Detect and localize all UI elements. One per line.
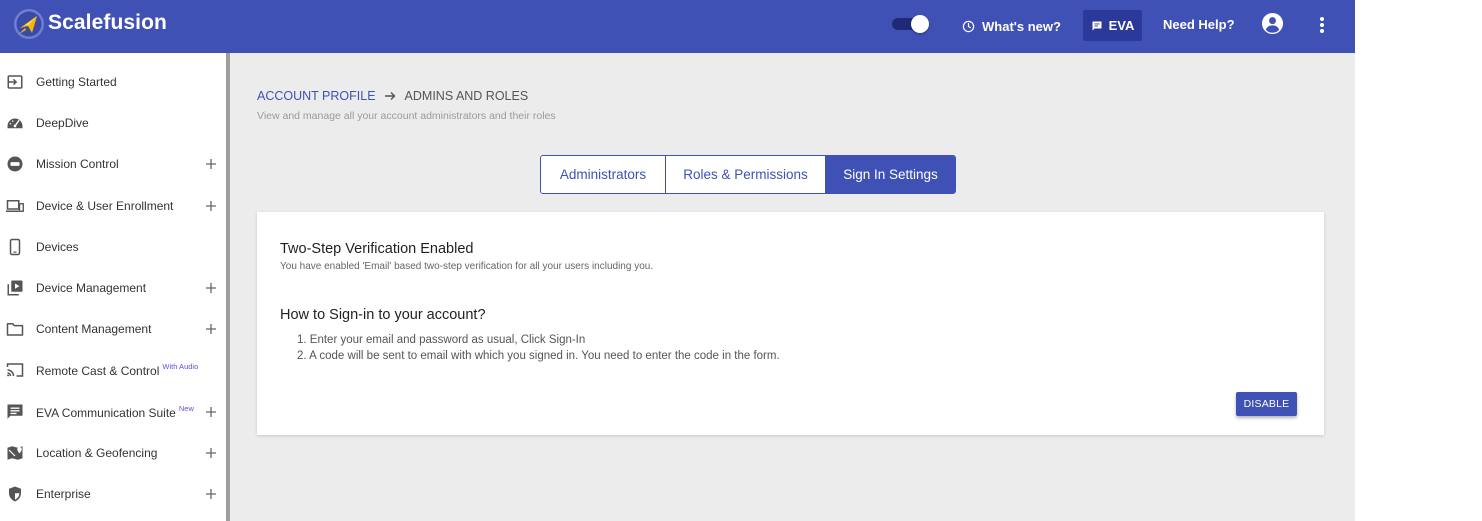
- sign-in-settings-card: Two-Step Verification Enabled You have e…: [257, 212, 1324, 435]
- two-step-title: Two-Step Verification Enabled: [280, 241, 474, 257]
- expand-plus-icon[interactable]: [205, 488, 217, 500]
- eva-button[interactable]: EVA: [1083, 10, 1142, 41]
- app-window: Scalefusion What's new? EVA Need Help? G…: [0, 0, 1355, 521]
- shield-icon: [9, 486, 21, 501]
- sidebar-item-label: Location & Geofencing: [36, 445, 158, 460]
- sidebar-item-content-management[interactable]: Content Management: [0, 308, 226, 349]
- sidebar-item-device-user-enrollment[interactable]: Device & User Enrollment: [0, 185, 226, 226]
- breadcrumb: ACCOUNT PROFILE ADMINS AND ROLES: [257, 89, 528, 103]
- arrow-right-icon: [384, 92, 396, 100]
- sidebar-item-devices[interactable]: Devices: [0, 226, 226, 267]
- step-item: 2. A code will be sent to email with whi…: [297, 350, 780, 362]
- page-subtitle: View and manage all your account adminis…: [257, 110, 556, 122]
- toggle-knob: [911, 15, 929, 33]
- sidebar: Getting Started DeepDive Mission Control: [0, 53, 226, 521]
- expand-plus-icon[interactable]: [205, 200, 217, 212]
- sidebar-item-label: Enterprise: [36, 486, 91, 501]
- chat-bubble-icon: [1092, 21, 1102, 30]
- tab-administrators[interactable]: Administrators: [541, 156, 666, 193]
- top-header: Scalefusion What's new? EVA Need Help?: [0, 0, 1355, 53]
- expand-plus-icon[interactable]: [205, 323, 217, 335]
- devices-enroll-icon: [6, 199, 24, 212]
- mission-control-icon: [7, 156, 23, 171]
- sidebar-item-label: Content Management: [36, 321, 152, 336]
- new-badge: New: [178, 403, 194, 413]
- clock-icon: [962, 20, 975, 32]
- sidebar-item-label: Devices: [36, 239, 79, 254]
- device-management-icon: [7, 280, 23, 295]
- breadcrumb-current: ADMINS AND ROLES: [404, 89, 529, 103]
- breadcrumb-account-profile-link[interactable]: ACCOUNT PROFILE: [257, 89, 376, 103]
- scalefusion-logo-icon[interactable]: [13, 8, 45, 40]
- speedometer-icon: [7, 118, 23, 128]
- two-step-description: You have enabled 'Email' based two-step …: [280, 261, 654, 272]
- chat-icon: [7, 404, 23, 419]
- with-audio-badge: With Audio: [162, 361, 199, 371]
- smartphone-icon: [9, 238, 21, 255]
- sidebar-item-label: Getting Started: [36, 74, 117, 89]
- tab-roles-permissions[interactable]: Roles & Permissions: [666, 156, 826, 193]
- expand-plus-icon[interactable]: [205, 406, 217, 418]
- sidebar-item-label: Remote Cast & Control With Audio: [36, 361, 199, 378]
- whats-new-label: What's new?: [982, 18, 1061, 34]
- brand-name: Scalefusion: [48, 11, 167, 34]
- tab-sign-in-settings[interactable]: Sign In Settings: [826, 156, 955, 193]
- step-item: 1. Enter your email and password as usua…: [297, 334, 586, 346]
- expand-plus-icon[interactable]: [205, 158, 217, 170]
- folder-icon: [6, 322, 24, 336]
- eva-label: EVA: [1108, 18, 1135, 33]
- sidebar-item-device-management[interactable]: Device Management: [0, 267, 226, 308]
- map-location-icon: [7, 445, 23, 460]
- sidebar-item-mission-control[interactable]: Mission Control: [0, 143, 226, 184]
- sidebar-item-label: EVA Communication Suite New: [36, 403, 194, 420]
- sidebar-item-getting-started[interactable]: Getting Started: [0, 61, 226, 102]
- sidebar-item-remote-cast-control[interactable]: Remote Cast & Control With Audio: [0, 349, 226, 390]
- need-help-link[interactable]: Need Help?: [1163, 17, 1235, 32]
- sidebar-item-eva-communication-suite[interactable]: EVA Communication Suite New: [0, 391, 226, 432]
- disable-button[interactable]: DISABLE: [1236, 392, 1297, 416]
- sidebar-item-deepdive[interactable]: DeepDive: [0, 102, 226, 143]
- sidebar-resize-handle[interactable]: [226, 53, 230, 521]
- how-to-sign-in-title: How to Sign-in to your account?: [280, 307, 486, 323]
- sidebar-item-location-geofencing[interactable]: Location & Geofencing: [0, 432, 226, 473]
- cast-icon: [6, 362, 24, 377]
- whats-new-link[interactable]: What's new?: [962, 17, 1061, 35]
- tab-bar: Administrators Roles & Permissions Sign …: [540, 155, 956, 194]
- expand-plus-icon[interactable]: [205, 447, 217, 459]
- sidebar-item-label: Device & User Enrollment: [36, 198, 174, 213]
- account-circle-icon[interactable]: [1261, 12, 1284, 35]
- theme-toggle[interactable]: [892, 15, 930, 33]
- login-icon: [7, 74, 23, 89]
- sidebar-item-enterprise[interactable]: Enterprise: [0, 473, 226, 514]
- expand-plus-icon[interactable]: [205, 282, 217, 294]
- sign-in-steps: 1. Enter your email and password as usua…: [297, 332, 780, 364]
- sidebar-item-label: DeepDive: [36, 115, 89, 130]
- sidebar-item-label: Mission Control: [36, 156, 119, 171]
- more-vertical-icon[interactable]: [1313, 14, 1331, 36]
- sidebar-item-label: Device Management: [36, 280, 147, 295]
